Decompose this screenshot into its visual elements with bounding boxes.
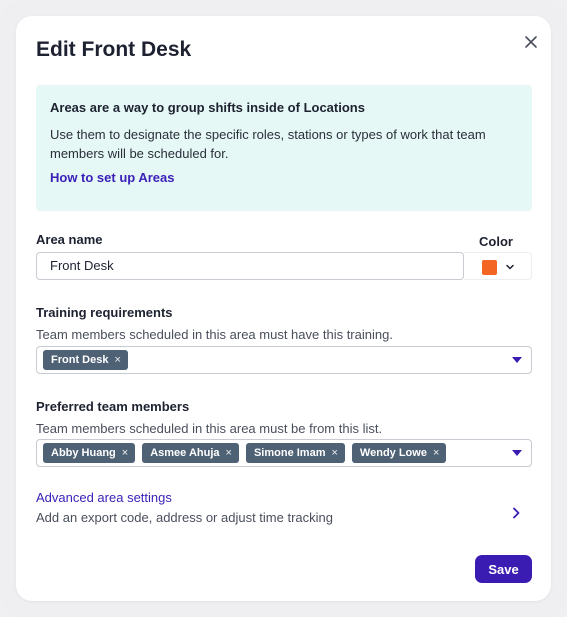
member-chip: Simone Imam × <box>245 443 345 463</box>
dialog-title: Edit Front Desk <box>36 38 192 61</box>
preferred-team-members-help: Team members scheduled in this area must… <box>36 421 383 436</box>
info-title: Areas are a way to group shifts inside o… <box>50 100 365 115</box>
training-requirements-select[interactable]: Front Desk × <box>36 346 532 374</box>
caret-down-icon[interactable] <box>512 357 522 364</box>
chip-remove-icon[interactable]: × <box>433 443 439 463</box>
close-icon[interactable] <box>522 33 540 51</box>
chevron-down-icon <box>506 264 514 270</box>
caret-down-icon[interactable] <box>512 450 522 457</box>
advanced-area-settings-link[interactable]: Advanced area settings <box>36 490 172 505</box>
chevron-right-icon[interactable] <box>511 506 521 520</box>
preferred-team-members-label: Preferred team members <box>36 399 190 414</box>
chip-remove-icon[interactable]: × <box>226 443 232 463</box>
color-swatch <box>482 260 497 275</box>
member-chip: Asmee Ahuja × <box>142 443 239 463</box>
area-name-input[interactable]: Front Desk <box>36 252 464 280</box>
chip-remove-icon[interactable]: × <box>331 443 337 463</box>
training-requirements-help: Team members scheduled in this area must… <box>36 327 393 342</box>
color-picker[interactable] <box>464 252 532 280</box>
chip-remove-icon[interactable]: × <box>114 350 120 370</box>
chip-label: Asmee Ahuja <box>150 447 220 459</box>
info-banner: Areas are a way to group shifts inside o… <box>36 85 532 211</box>
chip-label: Abby Huang <box>51 447 116 459</box>
preferred-team-members-select[interactable]: Abby Huang × Asmee Ahuja × Simone Imam ×… <box>36 439 532 467</box>
training-requirements-label: Training requirements <box>36 305 173 320</box>
edit-area-dialog: Edit Front Desk Areas are a way to group… <box>16 16 551 601</box>
info-body: Use them to designate the specific roles… <box>50 127 486 161</box>
chip-label: Front Desk <box>51 354 109 366</box>
chip-label: Wendy Lowe <box>359 447 427 459</box>
member-chip: Wendy Lowe × <box>351 443 447 463</box>
advanced-area-settings-description: Add an export code, address or adjust ti… <box>36 510 333 525</box>
area-name-label: Area name <box>36 232 103 247</box>
chip-label: Simone Imam <box>253 447 326 459</box>
how-to-set-up-areas-link[interactable]: How to set up Areas <box>50 170 174 185</box>
chip-remove-icon[interactable]: × <box>122 443 128 463</box>
member-chip: Abby Huang × <box>43 443 136 463</box>
color-label: Color <box>479 234 513 249</box>
training-chip: Front Desk × <box>43 350 128 370</box>
save-button[interactable]: Save <box>475 555 532 583</box>
